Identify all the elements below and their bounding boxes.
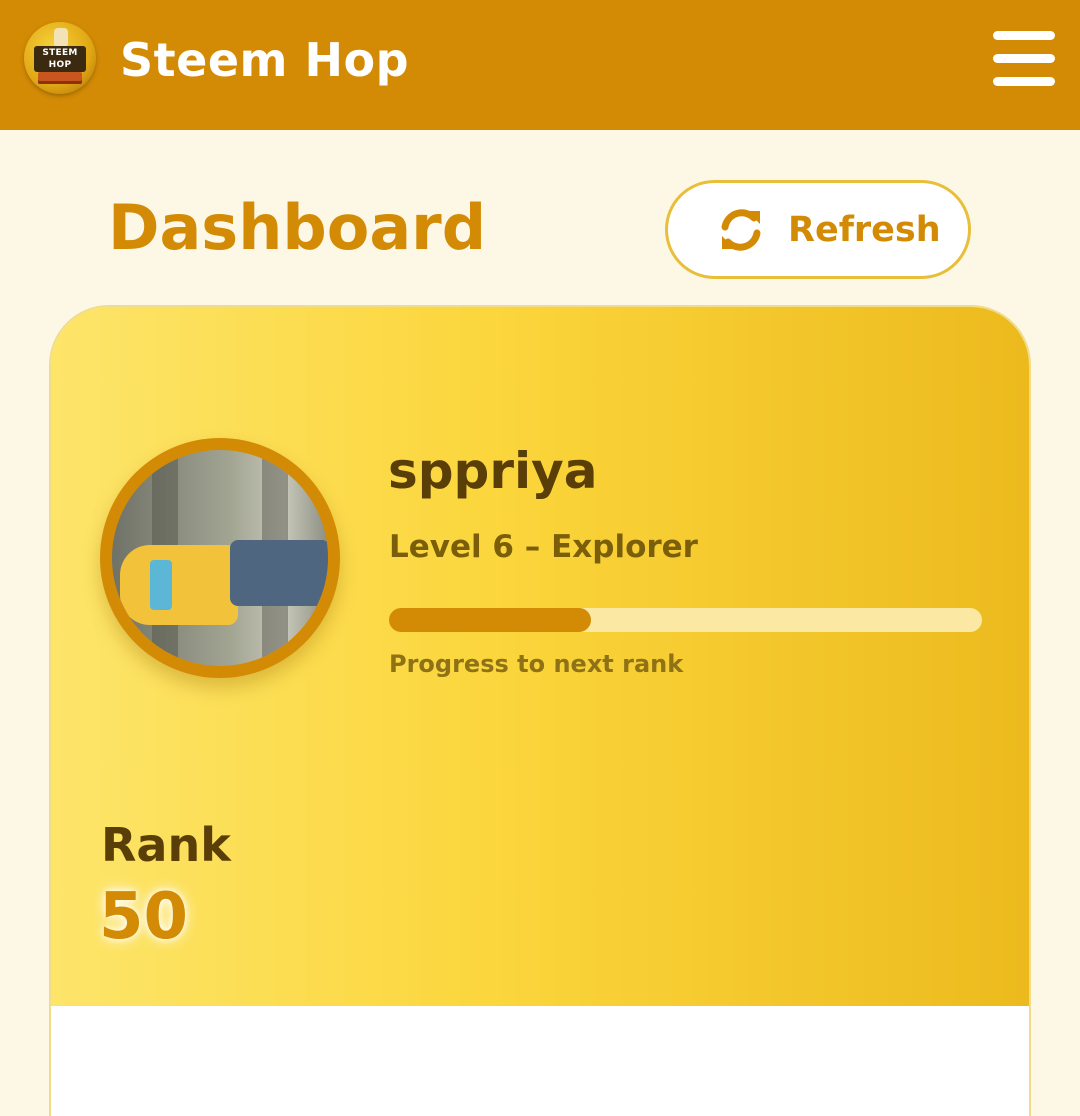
profile-card-header: sppriya Level 6 – Explorer Progress to n…	[51, 307, 1029, 1006]
rank-value: 50	[99, 880, 189, 954]
level-text: Level 6 – Explorer	[389, 529, 698, 565]
progress-label: Progress to next rank	[389, 650, 684, 678]
refresh-button[interactable]: Refresh	[665, 180, 971, 279]
username: sppriya	[388, 442, 598, 500]
rank-label: Rank	[101, 818, 231, 872]
rank-progress-bar	[389, 608, 982, 632]
logo-chick-shape	[54, 28, 68, 46]
logo-brick-shape	[38, 72, 82, 84]
hamburger-menu-icon[interactable]	[990, 28, 1056, 88]
avatar-photo	[112, 450, 328, 666]
refresh-button-label: Refresh	[788, 210, 941, 250]
rank-progress-fill	[389, 608, 591, 632]
app-header: STEEM HOP Steem Hop	[0, 0, 1080, 130]
steem-hop-logo[interactable]: STEEM HOP	[24, 22, 96, 94]
avatar[interactable]	[100, 438, 340, 678]
app-title[interactable]: Steem Hop	[120, 30, 409, 90]
refresh-icon	[721, 209, 761, 251]
logo-sign: STEEM HOP	[34, 46, 86, 72]
profile-card: sppriya Level 6 – Explorer Progress to n…	[49, 305, 1031, 1116]
page-title: Dashboard	[108, 191, 487, 264]
